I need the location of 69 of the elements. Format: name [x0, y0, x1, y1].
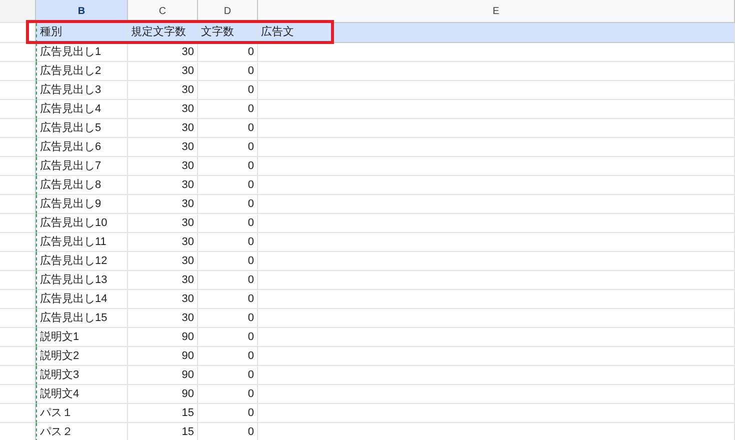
table-cell: 90 [128, 347, 198, 366]
table-cell: 0 [198, 328, 258, 347]
header-cell: 種別 [36, 23, 128, 43]
table-cell: 30 [128, 252, 198, 271]
table-cell: 0 [198, 43, 258, 62]
table-cell: 説明文3 [36, 366, 128, 385]
table-cell: 0 [198, 347, 258, 366]
table-cell: 0 [198, 176, 258, 195]
table-cell: パス２ [36, 423, 128, 440]
header-cell: 文字数 [198, 23, 258, 43]
table-cell: 30 [128, 43, 198, 62]
table-cell: 0 [198, 423, 258, 440]
table-cell: 30 [128, 309, 198, 328]
table-cell: 広告見出し1 [36, 43, 128, 62]
table-cell: 説明文4 [36, 385, 128, 404]
table-cell: 30 [128, 290, 198, 309]
table-cell: 0 [198, 62, 258, 81]
table-cell: 30 [128, 157, 198, 176]
table-cell: 広告見出し10 [36, 214, 128, 233]
table-cell: 広告見出し9 [36, 195, 128, 214]
table-cell: 30 [128, 62, 198, 81]
table-cell: 0 [198, 138, 258, 157]
table-cell: 0 [198, 309, 258, 328]
table-cell: 説明文2 [36, 347, 128, 366]
table-cell: 90 [128, 385, 198, 404]
table-cell: 0 [198, 366, 258, 385]
table-cell: 広告見出し12 [36, 252, 128, 271]
table-cell: パス１ [36, 404, 128, 423]
table-cell: 広告見出し6 [36, 138, 128, 157]
header-cell: 広告文 [258, 23, 735, 43]
table-cell: 30 [128, 100, 198, 119]
table-cell: 広告見出し11 [36, 233, 128, 252]
table-cell: 0 [198, 233, 258, 252]
table-cell: 30 [128, 271, 198, 290]
table-cell: 30 [128, 214, 198, 233]
table-cell: 広告見出し4 [36, 100, 128, 119]
table-cell: 30 [128, 176, 198, 195]
table-cell: 広告見出し2 [36, 62, 128, 81]
table-cell: 30 [128, 233, 198, 252]
corner-cell[interactable] [0, 0, 36, 23]
table-cell: 広告見出し15 [36, 309, 128, 328]
table-cell: 広告見出し5 [36, 119, 128, 138]
table-cell: 0 [198, 119, 258, 138]
table-cell: 0 [198, 404, 258, 423]
table-cell: 30 [128, 119, 198, 138]
table-cell: 0 [198, 100, 258, 119]
table-cell: 0 [198, 157, 258, 176]
table-cell: 広告見出し8 [36, 176, 128, 195]
table-cell: 90 [128, 366, 198, 385]
table-cell: 広告見出し14 [36, 290, 128, 309]
table-cell: 広告見出し7 [36, 157, 128, 176]
row-header[interactable] [0, 23, 36, 43]
table-cell: 広告見出し13 [36, 271, 128, 290]
header-cell: 規定文字数 [128, 23, 198, 43]
table-cell: 0 [198, 195, 258, 214]
table-cell: 30 [128, 81, 198, 100]
table-cell: 0 [198, 214, 258, 233]
table-cell: 0 [198, 290, 258, 309]
table-cell: 0 [198, 385, 258, 404]
table-cell: 30 [128, 138, 198, 157]
table-cell: 0 [198, 271, 258, 290]
table-cell: 90 [128, 328, 198, 347]
table-cell: 0 [198, 81, 258, 100]
table-cell: 30 [128, 195, 198, 214]
table-cell: 15 [128, 404, 198, 423]
table-cell: 広告見出し3 [36, 81, 128, 100]
table-cell: 0 [198, 252, 258, 271]
table-cell: 15 [128, 423, 198, 440]
table-cell: 説明文1 [36, 328, 128, 347]
